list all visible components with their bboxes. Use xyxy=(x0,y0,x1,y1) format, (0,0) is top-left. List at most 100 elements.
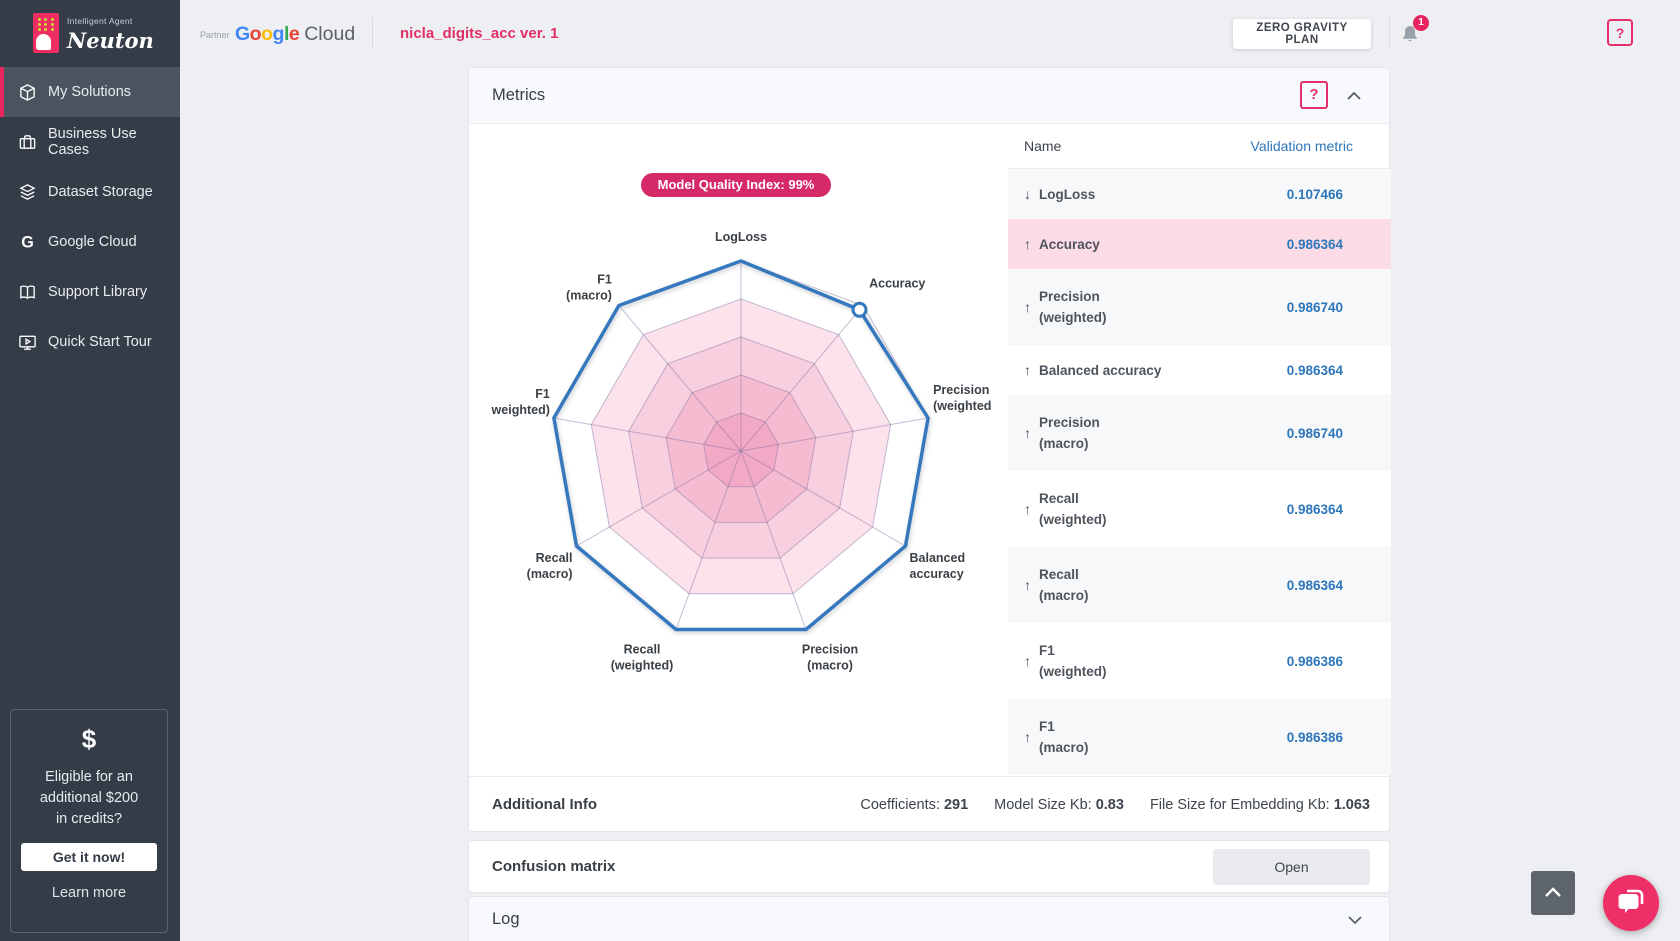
sidebar: Intelligent Agent Neuton My Solutions Bus… xyxy=(0,0,180,941)
stat-coefficients-: Coefficients: 291 xyxy=(860,797,968,813)
metric-value: 0.986740 xyxy=(1287,426,1343,441)
google-logo-letter: G xyxy=(235,23,250,45)
metric-value: 0.986386 xyxy=(1287,654,1343,669)
metric-value: 0.986364 xyxy=(1287,578,1343,593)
confusion-matrix-title: Confusion matrix xyxy=(492,858,615,875)
radar-axis-label: Balancedaccuracy xyxy=(910,551,966,581)
collapse-chevron-up-icon[interactable] xyxy=(1345,90,1363,102)
column-validation-metric[interactable]: Validation metric xyxy=(1251,138,1353,154)
arrow-up-icon: ↑ xyxy=(1024,577,1031,593)
expand-chevron-down-icon[interactable] xyxy=(1347,915,1363,925)
radar-axis-label: Recall(macro) xyxy=(527,551,573,581)
open-confusion-matrix-button[interactable]: Open xyxy=(1213,849,1370,885)
column-name: Name xyxy=(1024,138,1061,154)
sidebar-item-my-solutions[interactable]: My Solutions xyxy=(0,67,180,117)
promo-text-line: in credits? xyxy=(11,809,167,830)
notifications-button[interactable]: 1 xyxy=(1398,21,1424,49)
sidebar-item-quick-start-tour[interactable]: Quick Start Tour xyxy=(0,317,180,367)
chat-widget-button[interactable] xyxy=(1603,875,1659,931)
sidebar-item-google-cloud[interactable]: GGoogle Cloud xyxy=(0,217,180,267)
learn-more-link[interactable]: Learn more xyxy=(11,885,167,901)
metric-row-logloss[interactable]: ↓LogLoss0.107466 xyxy=(1008,169,1391,219)
metric-row-f1-weighted-[interactable]: ↑ F1(weighted) 0.986386 xyxy=(1008,623,1391,699)
radar-axis-label: Accuracy xyxy=(869,277,925,291)
metric-name: Precision(macro) xyxy=(1039,412,1100,454)
metric-value: 0.986386 xyxy=(1287,730,1343,745)
metric-row-recall-weighted-[interactable]: ↑ Recall(weighted) 0.986364 xyxy=(1008,471,1391,547)
metrics-panel: Metrics ? Model Quality Index: 99% LogLo… xyxy=(468,67,1390,832)
additional-info-stats: Coefficients: 291 Model Size Kb: 0.83 File… xyxy=(860,797,1370,813)
promo-text: Eligible for anadditional $200in credits… xyxy=(11,767,167,830)
arrow-up-icon: ↑ xyxy=(1024,425,1031,441)
layers-icon xyxy=(18,183,37,202)
arrow-up-icon: ↑ xyxy=(1024,653,1031,669)
stat-model-size-kb-: Model Size Kb: 0.83 xyxy=(994,797,1124,813)
google-logo-text: Google xyxy=(235,23,299,46)
header-divider-2 xyxy=(1389,17,1390,48)
radar-axis-label: F1weighted) xyxy=(491,387,550,417)
get-it-now-button[interactable]: Get it now! xyxy=(21,843,157,871)
g-icon: G xyxy=(18,233,37,252)
header-divider xyxy=(372,17,373,48)
promo-text-line: additional $200 xyxy=(11,788,167,809)
brand-logo[interactable]: Intelligent Agent Neuton xyxy=(33,13,154,53)
book-icon xyxy=(18,283,37,302)
sidebar-item-dataset-storage[interactable]: Dataset Storage xyxy=(0,167,180,217)
metrics-table-header: Name Validation metric xyxy=(1008,123,1391,169)
metric-value: 0.986364 xyxy=(1287,502,1343,517)
promo-text-line: Eligible for an xyxy=(11,767,167,788)
metric-value: 0.986740 xyxy=(1287,300,1343,315)
google-cloud-logo[interactable]: Google Cloud xyxy=(235,23,355,46)
metric-row-precision-weighted-[interactable]: ↑Precision(weighted)0.986740 xyxy=(1008,269,1391,345)
sidebar-item-label: Dataset Storage xyxy=(48,184,153,200)
google-logo-letter: o xyxy=(261,23,272,45)
logo-bird-shape xyxy=(36,34,51,50)
radar-axis-label: Precision(macro) xyxy=(802,643,858,673)
sidebar-item-business-use-cases[interactable]: Business Use Cases xyxy=(0,117,180,167)
arrow-up-icon: ↑ xyxy=(1024,299,1031,315)
arrow-down-icon: ↓ xyxy=(1024,186,1031,202)
sidebar-item-label: My Solutions xyxy=(48,84,131,100)
metric-row-balanced-accuracy[interactable]: ↑Balanced accuracy0.986364 xyxy=(1008,345,1391,395)
metric-row-recall-macro-[interactable]: ↑Recall(macro)0.986364 xyxy=(1008,547,1391,623)
google-logo-letter: o xyxy=(250,23,261,45)
log-panel[interactable]: Log xyxy=(468,896,1390,941)
radar-axis-label: Recall(weighted) xyxy=(611,643,674,673)
help-button[interactable]: ? xyxy=(1607,19,1633,46)
stat-file-size-for-embedding-kb-: File Size for Embedding Kb: 1.063 xyxy=(1150,797,1370,813)
metrics-panel-header: Metrics ? xyxy=(469,68,1389,124)
arrow-up-icon: ↑ xyxy=(1024,729,1031,745)
radar-axis-label: LogLoss xyxy=(715,230,767,244)
google-logo-letter: g xyxy=(273,23,284,45)
logo-dots xyxy=(38,18,55,31)
metric-row-precision-macro-[interactable]: ↑ Precision(macro) 0.986740 xyxy=(1008,395,1391,471)
metric-row-accuracy[interactable]: ↑Accuracy0.986364 xyxy=(1008,219,1391,269)
metric-name: Accuracy xyxy=(1039,234,1100,255)
additional-info-title: Additional Info xyxy=(492,796,597,813)
zero-gravity-plan-button[interactable]: ZERO GRAVITY PLAN xyxy=(1233,19,1371,49)
metric-row-f1-macro-[interactable]: ↑ F1(macro) 0.986386 xyxy=(1008,699,1391,775)
briefcase-icon xyxy=(18,133,37,152)
brand-tagline: Intelligent Agent xyxy=(67,16,154,26)
sidebar-item-support-library[interactable]: Support Library xyxy=(0,267,180,317)
notification-count-badge: 1 xyxy=(1413,15,1429,31)
metric-value: 0.107466 xyxy=(1287,187,1343,202)
arrow-up-icon: ↑ xyxy=(1024,236,1031,252)
metrics-title: Metrics xyxy=(492,86,545,105)
metric-name: Balanced accuracy xyxy=(1039,360,1161,381)
chat-bubble-icon xyxy=(1615,886,1647,918)
metric-name: F1(macro) xyxy=(1039,716,1089,758)
app-window: Intelligent Agent Neuton My Solutions Bus… xyxy=(0,0,1680,941)
confusion-matrix-panel: Confusion matrix Open xyxy=(468,840,1390,893)
radar-axis-label: F1(macro) xyxy=(566,273,612,303)
dollar-icon: $ xyxy=(11,724,167,755)
metric-name: F1(weighted) xyxy=(1039,640,1107,682)
brand-name: Neuton xyxy=(67,28,154,53)
scroll-to-top-button[interactable] xyxy=(1531,871,1575,915)
metrics-help-button[interactable]: ? xyxy=(1300,81,1328,109)
metric-name: Recall(weighted) xyxy=(1039,488,1107,530)
metrics-table-rows: ↓LogLoss0.107466↑Accuracy0.986364↑Precis… xyxy=(1008,169,1391,775)
arrow-up-icon: ↑ xyxy=(1024,501,1031,517)
solution-title: nicla_digits_acc ver. 1 xyxy=(400,25,558,42)
sidebar-item-label: Quick Start Tour xyxy=(48,334,152,350)
